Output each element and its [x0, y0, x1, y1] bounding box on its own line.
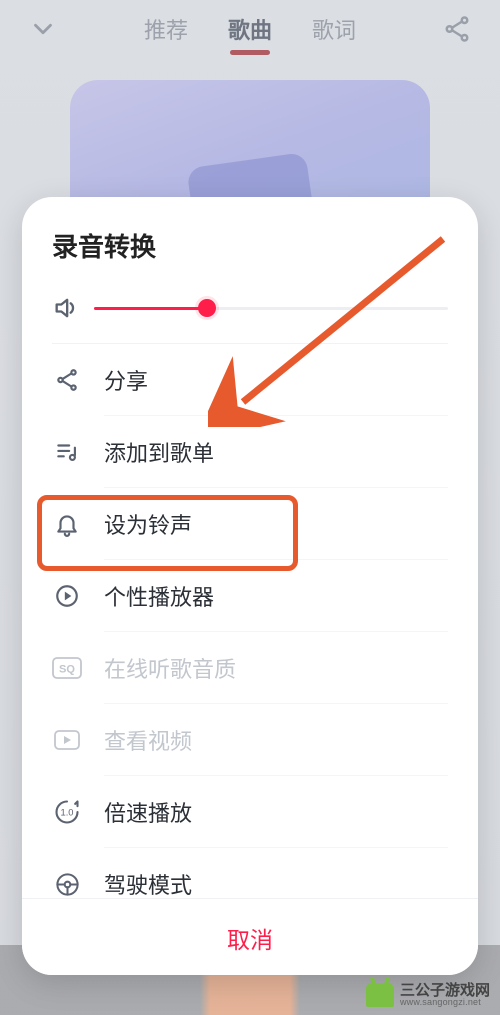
bell-icon	[52, 511, 82, 537]
menu-label: 设为铃声	[104, 508, 192, 540]
volume-thumb[interactable]	[198, 299, 216, 317]
svg-text:1.0: 1.0	[61, 808, 74, 818]
speaker-icon	[52, 294, 80, 322]
menu-label: 在线听歌音质	[104, 652, 236, 684]
top-tab-bar: 推荐 歌曲 歌词	[0, 0, 500, 60]
tab-recommend[interactable]: 推荐	[144, 3, 188, 57]
watermark-title: 三公子游戏网	[400, 983, 490, 998]
cancel-button[interactable]: 取消	[22, 898, 478, 975]
sq-quality-icon: SQ	[52, 657, 82, 679]
playlist-add-icon	[52, 439, 82, 465]
menu-label: 添加到歌单	[104, 436, 214, 468]
menu-item-player-skin[interactable]: 个性播放器	[22, 560, 478, 632]
menu-item-ringtone[interactable]: 设为铃声	[22, 488, 478, 560]
menu-item-speed[interactable]: 1.0 倍速播放	[22, 776, 478, 848]
tab-song[interactable]: 歌曲	[228, 3, 272, 57]
watermark-domain: www.sangongzi.net	[400, 998, 490, 1007]
android-icon	[366, 983, 394, 1007]
action-sheet: 录音转换 分享	[22, 197, 478, 975]
volume-track[interactable]	[94, 307, 448, 310]
menu-label: 倍速播放	[104, 796, 192, 828]
play-circle-icon	[52, 583, 82, 609]
svg-text:SQ: SQ	[59, 664, 75, 676]
menu-item-quality: SQ 在线听歌音质	[22, 632, 478, 704]
speed-icon: 1.0	[52, 798, 82, 826]
share-icon	[52, 367, 82, 393]
steering-wheel-icon	[52, 871, 82, 898]
sheet-title: 录音转换	[22, 197, 478, 284]
video-icon	[52, 728, 82, 752]
menu-item-add-playlist[interactable]: 添加到歌单	[22, 416, 478, 488]
menu-label: 个性播放器	[104, 580, 214, 612]
menu-label: 驾驶模式	[104, 868, 192, 898]
menu-label: 分享	[104, 364, 148, 396]
tab-lyrics[interactable]: 歌词	[312, 3, 356, 57]
menu-item-drive[interactable]: 驾驶模式	[22, 848, 478, 898]
volume-slider-row[interactable]	[22, 284, 478, 344]
share-icon[interactable]	[442, 14, 472, 44]
menu-item-video: 查看视频	[22, 704, 478, 776]
sheet-content: 分享 添加到歌单 设为铃声	[22, 284, 478, 898]
menu-item-share[interactable]: 分享	[22, 344, 478, 416]
volume-fill	[94, 307, 207, 310]
collapse-chevron-icon[interactable]	[28, 14, 58, 44]
watermark: 三公子游戏网 www.sangongzi.net	[362, 981, 494, 1009]
menu-label: 查看视频	[104, 724, 192, 756]
